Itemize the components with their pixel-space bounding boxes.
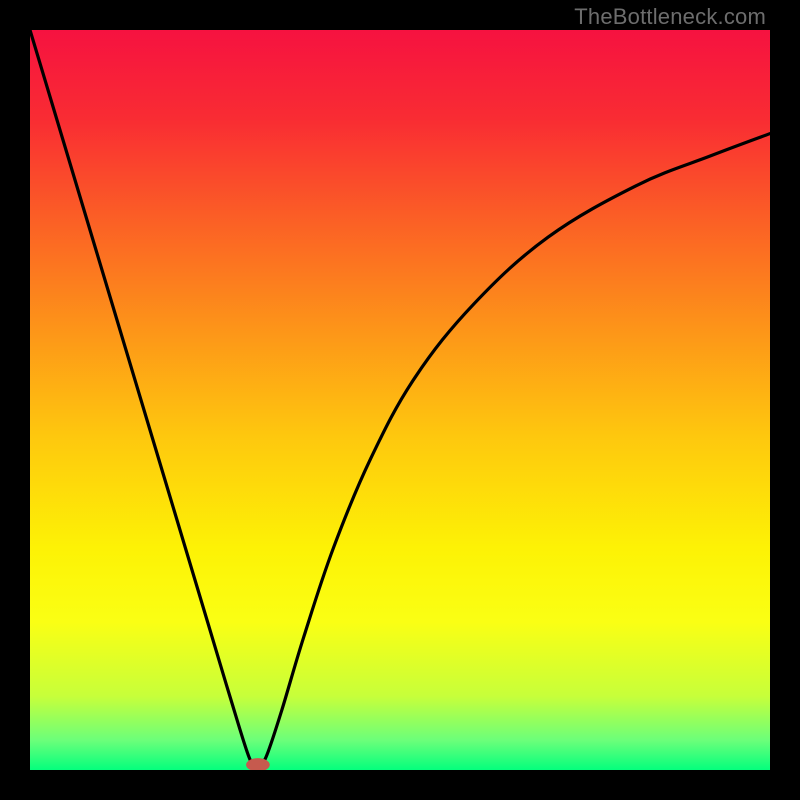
watermark-text: TheBottleneck.com (574, 4, 766, 30)
bottleneck-plot (30, 30, 770, 770)
chart-frame (30, 30, 770, 770)
